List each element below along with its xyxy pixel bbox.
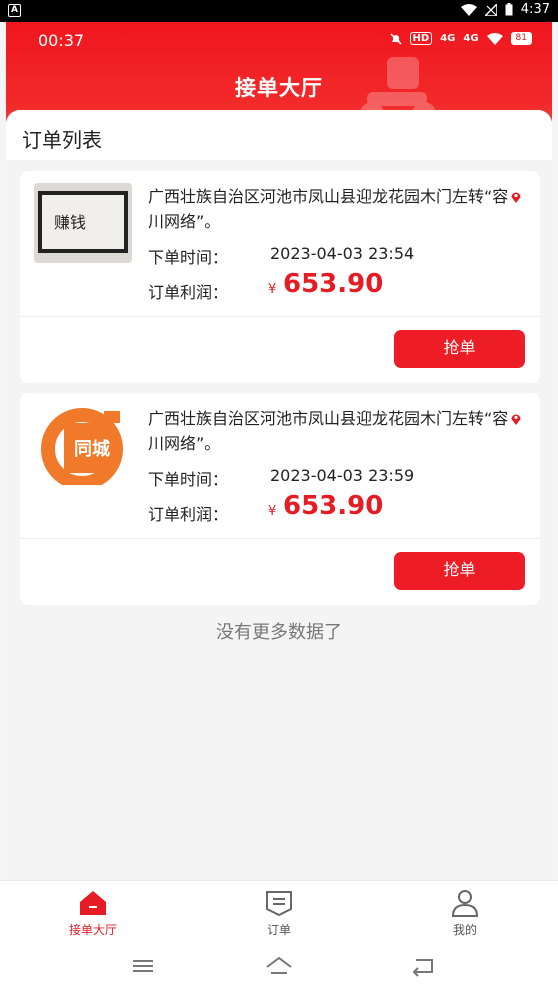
grab-order-button[interactable]: 抢单 (394, 552, 525, 590)
order-time-label: 下单时间： (148, 470, 229, 489)
system-navigation-bar (0, 942, 558, 992)
order-profit-value: 653.90 (283, 491, 384, 521)
order-card: 赚钱 广西壮族自治区河池市凤山县迎龙花园木门左转“容川网络”。 下单时间： 20… (20, 171, 540, 383)
bottom-tab-bar: 接单大厅 订单 我的 (0, 880, 558, 942)
order-profit-label: 订单利润： (148, 283, 229, 302)
order-thumbnail: 同城 (34, 405, 132, 485)
grab-order-button[interactable]: 抢单 (394, 330, 525, 368)
order-profit-label: 订单利润： (148, 505, 229, 524)
wifi-icon (460, 3, 477, 16)
order-address: 广西壮族自治区河池市凤山县迎龙花园木门左转“容川网络”。 (148, 409, 509, 453)
no-signal-icon (484, 3, 497, 16)
page-title: 接单大厅 (235, 76, 323, 100)
hd-badge: HD (409, 32, 433, 45)
order-card: 同城 广西壮族自治区河池市凤山县迎龙花园木门左转“容川网络”。 下单时间： 20… (20, 393, 540, 605)
tab-orders[interactable]: 订单 (186, 881, 372, 942)
tab-order-hall[interactable]: 接单大厅 (0, 881, 186, 942)
currency-symbol: ¥ (268, 504, 277, 519)
currency-symbol: ¥ (268, 282, 277, 297)
home-icon (80, 891, 106, 915)
menu-icon[interactable] (131, 954, 155, 978)
wifi-icon (486, 32, 503, 45)
signal-4g-icon-2: 4G (463, 33, 479, 44)
location-pin-icon (511, 192, 521, 203)
order-icon (266, 891, 292, 917)
system-clock: 4:37 (520, 2, 550, 17)
system-status-bar: A 4:37 (0, 0, 558, 22)
app-notification-icon: A (8, 4, 21, 17)
tab-mine[interactable]: 我的 (372, 881, 558, 942)
order-address: 广西壮族自治区河池市凤山县迎龙花园木门左转“容川网络”。 (148, 187, 509, 231)
thumbnail-text: 同城 (74, 439, 110, 460)
card-divider (20, 538, 540, 539)
location-pin-icon (511, 414, 521, 425)
tab-label: 订单 (266, 923, 291, 937)
tab-label: 我的 (452, 923, 477, 937)
order-time-label: 下单时间： (148, 248, 229, 267)
thumbnail-text: 赚钱 (54, 213, 87, 232)
inner-clock: 00:37 (38, 31, 85, 50)
order-time-value: 2023-04-03 23:54 (270, 244, 415, 263)
tab-label: 接单大厅 (68, 923, 117, 937)
order-thumbnail: 赚钱 (34, 183, 132, 263)
user-icon (451, 890, 479, 917)
signal-4g-icon: 4G (440, 33, 456, 44)
order-profit-value: 653.90 (283, 269, 384, 299)
back-icon[interactable] (410, 954, 436, 978)
battery-icon (505, 3, 513, 16)
inner-status-bar: 00:37 HD 4G 4G 81 (6, 22, 552, 58)
card-divider (20, 316, 540, 317)
battery-level: 81 (510, 32, 532, 45)
order-list-title: 订单列表 (6, 110, 552, 160)
home-nav-icon[interactable] (265, 954, 293, 978)
no-more-data-text: 没有更多数据了 (216, 622, 342, 643)
mute-bell-icon (390, 32, 402, 45)
order-time-value: 2023-04-03 23:59 (270, 466, 415, 485)
